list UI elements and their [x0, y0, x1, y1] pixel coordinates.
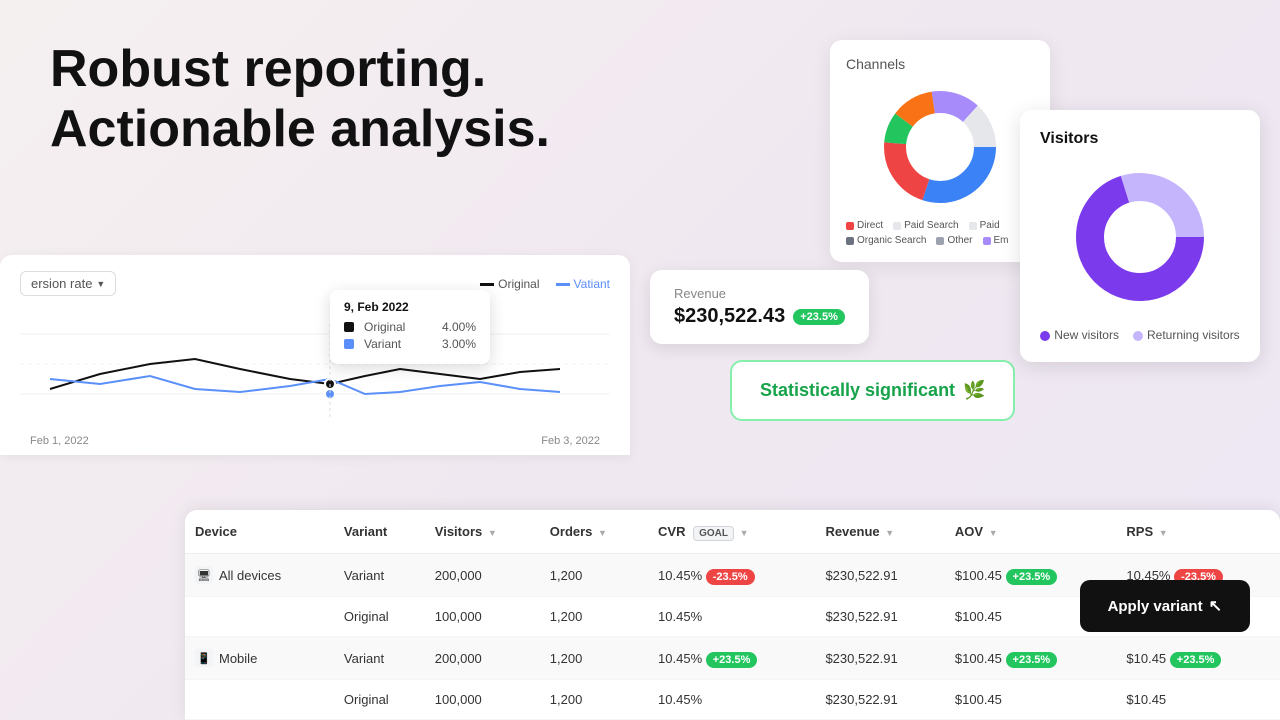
col-variant: Variant [334, 510, 425, 554]
col-device: Device [185, 510, 334, 554]
channels-title: Channels [846, 56, 1034, 72]
cvr-badge: -23.5% [706, 569, 755, 585]
cell-cvr: 10.45% +23.5% [648, 637, 815, 680]
channels-legend: Direct Paid Search Paid Organic Search O… [846, 220, 1034, 246]
returning-visitors-label: Returning visitors [1147, 328, 1240, 342]
cell-visitors: 200,000 [425, 637, 540, 680]
aov-badge: +23.5% [1006, 652, 1058, 668]
col-visitors[interactable]: Visitors ▼ [425, 510, 540, 554]
cell-visitors: 200,000 [425, 554, 540, 597]
cell-visitors: 100,000 [425, 680, 540, 720]
stat-sig-text: Statistically significant 🌿 [760, 380, 985, 401]
tooltip-row-variant: Variant 3.00% [344, 337, 476, 351]
cell-aov: $100.45 [945, 680, 1116, 720]
chart-header: ersion rate ▼ Original Vatiant [20, 271, 610, 296]
cell-cvr: 10.45% [648, 680, 815, 720]
chart-tooltip: 9, Feb 2022 Original 4.00% Variant 3.00% [330, 290, 490, 364]
revenue-amount: $230,522.43 +23.5% [674, 305, 845, 328]
revenue-badge: +23.5% [793, 309, 845, 325]
new-visitors-label: New visitors [1054, 328, 1119, 342]
chart-container: ersion rate ▼ Original Vatiant Feb 1, 20… [0, 255, 630, 455]
cell-revenue: $230,522.91 [815, 680, 944, 720]
cell-variant: Variant [334, 637, 425, 680]
col-rps[interactable]: RPS ▼ [1116, 510, 1280, 554]
aov-badge: +23.5% [1006, 569, 1058, 585]
cell-aov: $100.45 +23.5% [945, 637, 1116, 680]
cell-rps: $10.45 +23.5% [1116, 637, 1280, 680]
cell-visitors: 100,000 [425, 597, 540, 637]
device-icon-all: 🖥 [195, 566, 213, 584]
tooltip-date: 9, Feb 2022 [344, 300, 476, 314]
hero-line1: Robust reporting. [50, 40, 550, 100]
cell-device [185, 680, 334, 720]
visitors-title: Visitors [1040, 130, 1240, 148]
cell-orders: 1,200 [540, 554, 648, 597]
cell-orders: 1,200 [540, 680, 648, 720]
cell-variant: Variant [334, 554, 425, 597]
cell-device: 📱 Mobile [185, 637, 334, 680]
cell-cvr: 10.45% -23.5% [648, 554, 815, 597]
cell-cvr: 10.45% [648, 597, 815, 637]
tooltip-row-original: Original 4.00% [344, 320, 476, 334]
revenue-label: Revenue [674, 286, 845, 301]
hero-section: Robust reporting. Actionable analysis. [50, 40, 550, 160]
cell-variant: Original [334, 597, 425, 637]
line-chart [20, 304, 610, 424]
stat-sig-card: Statistically significant 🌿 [730, 360, 1015, 421]
visitors-card: Visitors New visitors Returning visitors [1020, 110, 1260, 362]
col-orders[interactable]: Orders ▼ [540, 510, 648, 554]
cvr-badge: +23.5% [706, 652, 758, 668]
visitors-legend: New visitors Returning visitors [1040, 328, 1240, 342]
cell-revenue: $230,522.91 [815, 597, 944, 637]
hero-line2: Actionable analysis. [50, 100, 550, 160]
chart-dates: Feb 1, 2022 Feb 3, 2022 [20, 435, 610, 447]
rps-badge: +23.5% [1170, 652, 1222, 668]
table-row: Original 100,000 1,200 10.45% $230,522.9… [185, 680, 1280, 720]
apply-variant-button[interactable]: Apply variant ↖ [1080, 580, 1250, 632]
revenue-card: Revenue $230,522.43 +23.5% [650, 270, 869, 344]
cell-orders: 1,200 [540, 597, 648, 637]
cell-rps: $10.45 [1116, 680, 1280, 720]
col-aov[interactable]: AOV ▼ [945, 510, 1116, 554]
cell-revenue: $230,522.91 [815, 637, 944, 680]
cell-device [185, 597, 334, 637]
chart-legend: Original Vatiant [480, 277, 610, 291]
cell-orders: 1,200 [540, 637, 648, 680]
table-row: 📱 Mobile Variant 200,000 1,200 10.45% +2… [185, 637, 1280, 680]
apply-variant-label: Apply variant [1108, 598, 1203, 615]
cursor-icon: ↖ [1209, 596, 1222, 616]
col-revenue[interactable]: Revenue ▼ [815, 510, 944, 554]
chart-filter-btn[interactable]: ersion rate ▼ [20, 271, 116, 296]
channels-donut [846, 82, 1034, 212]
device-icon-mobile: 📱 [195, 649, 213, 667]
col-cvr[interactable]: CVR GOAL ▼ [648, 510, 815, 554]
visitors-donut [1040, 162, 1240, 312]
cell-device: 🖥 All devices [185, 554, 334, 597]
channels-card: Channels Direct Paid Search Paid Organic… [830, 40, 1050, 262]
cell-revenue: $230,522.91 [815, 554, 944, 597]
cell-variant: Original [334, 680, 425, 720]
